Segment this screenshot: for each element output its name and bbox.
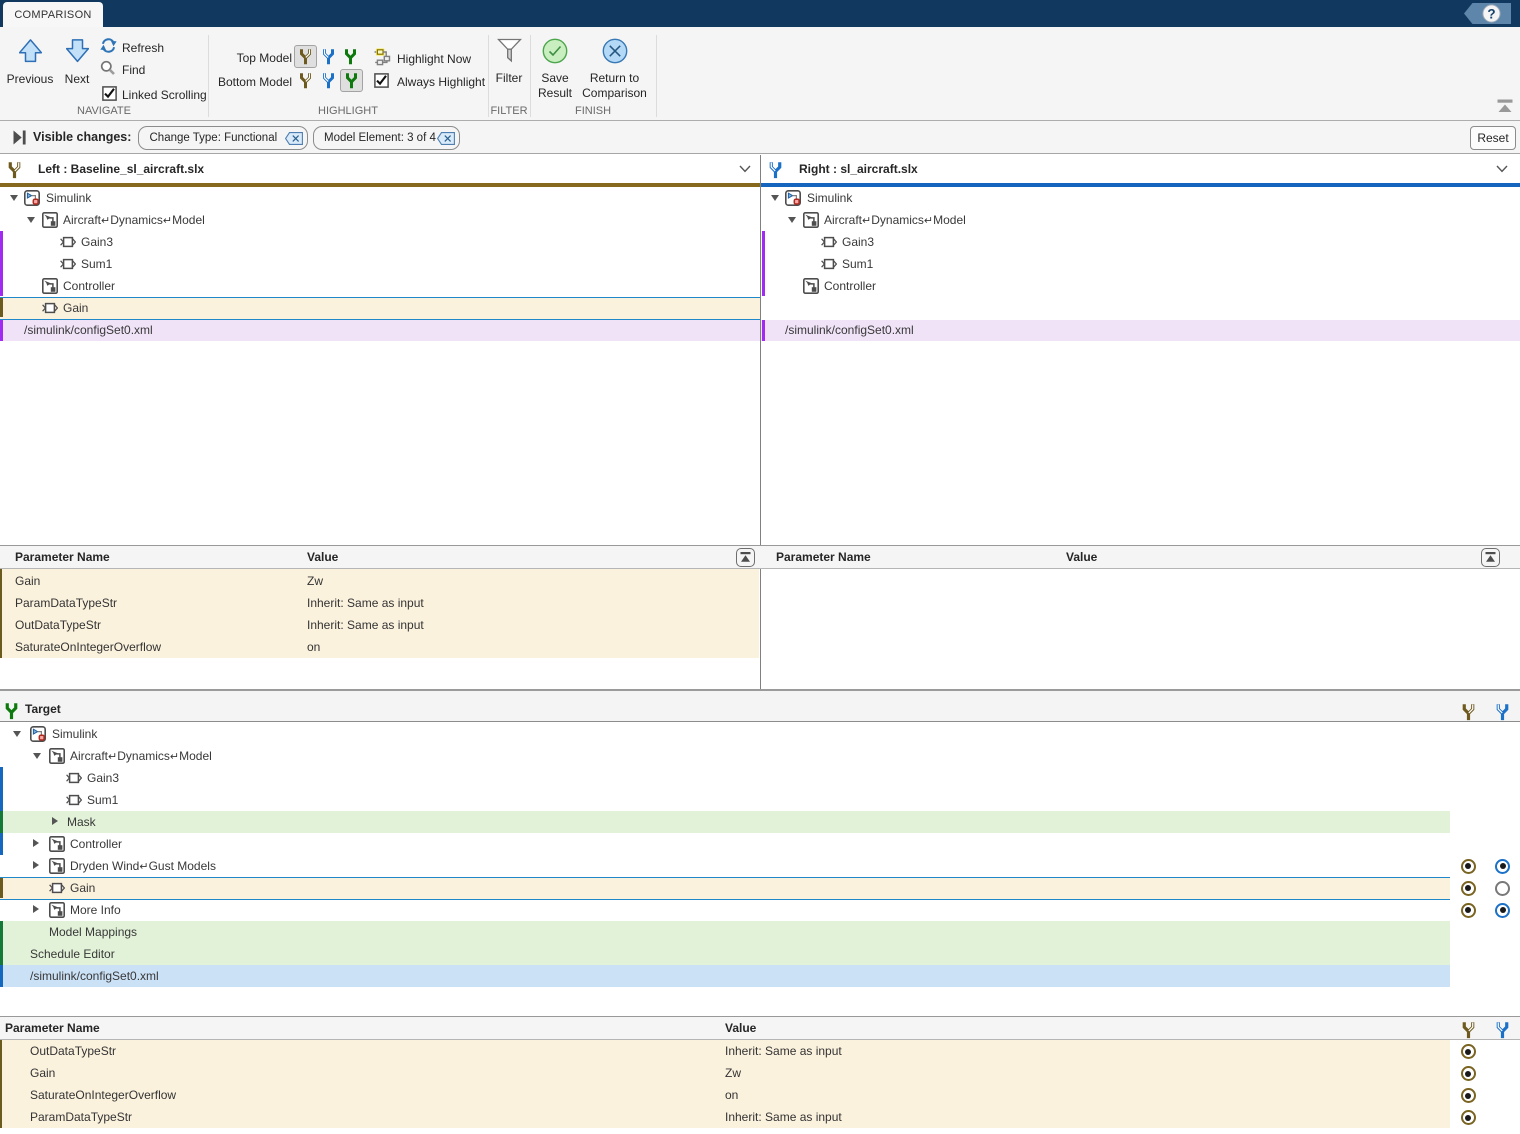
svg-text:?: ? (1487, 7, 1495, 22)
